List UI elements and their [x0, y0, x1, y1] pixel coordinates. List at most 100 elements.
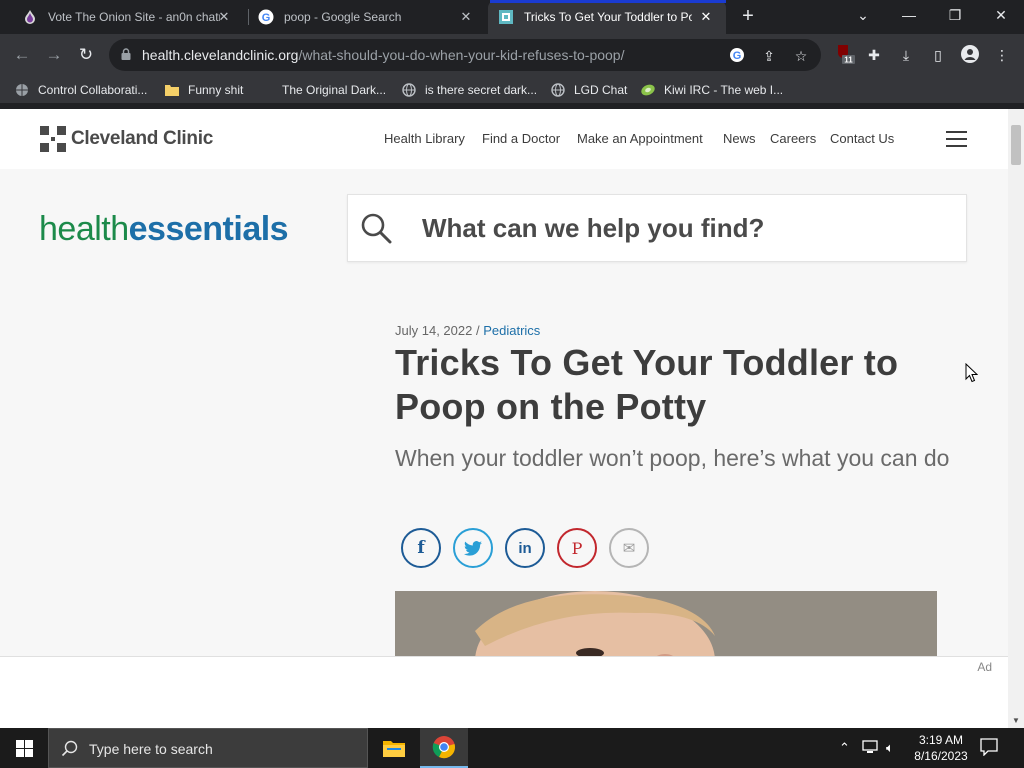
article-subtitle: When your toddler won’t poop, here’s wha…	[395, 445, 950, 471]
url-path: /what-should-you-do-when-your-kid-refuse…	[298, 47, 625, 63]
bookmark-label: Kiwi IRC - The web I...	[664, 83, 784, 97]
back-arrow-icon[interactable]: ←	[10, 43, 34, 67]
tab-title: Vote The Onion Site - an0n chatroom	[48, 10, 220, 24]
share-glyph: ✉	[622, 540, 636, 557]
hamburger-menu-icon[interactable]	[946, 131, 967, 147]
taskbar-search-placeholder: Type here to search	[89, 741, 213, 757]
bookmark-item[interactable]: The Original Dark...	[258, 81, 386, 99]
volume-icon[interactable]: 🔈︎	[886, 740, 894, 756]
svg-text:G: G	[262, 12, 271, 24]
download-icon[interactable]: ⤓	[896, 45, 916, 65]
ublock-extension-icon[interactable]: 11	[834, 43, 855, 65]
nav-news[interactable]: News	[723, 131, 756, 146]
side-panel-icon[interactable]: ▯	[928, 45, 948, 65]
search-icon[interactable]	[360, 212, 392, 244]
logo-part-essentials: essentials	[128, 210, 289, 248]
web-page: Cleveland Clinic Health Library Find a D…	[0, 109, 1008, 656]
folder-icon	[164, 82, 180, 98]
globe-icon	[550, 82, 566, 98]
bookmark-label: is there secret dark...	[425, 83, 538, 97]
tab-title: poop - Google Search	[284, 10, 402, 24]
scroll-down-arrow-icon[interactable]: ▼	[1008, 714, 1024, 728]
article-title: Tricks To Get Your Toddler to Poop on th…	[395, 342, 899, 427]
kebab-menu-icon[interactable]: ⋮	[992, 45, 1012, 65]
bookmark-label: Funny shit	[188, 83, 244, 97]
url-domain: health.clevelandclinic.org	[142, 47, 299, 63]
svg-text:G: G	[733, 50, 742, 62]
blank-page-icon	[258, 82, 274, 98]
tab-close-icon[interactable]: ✕	[458, 9, 474, 25]
tab-search-chevron-icon[interactable]: ⌄	[840, 0, 886, 30]
article-category-link[interactable]: Pediatrics	[483, 323, 540, 338]
reload-icon[interactable]: ↻	[74, 43, 98, 67]
page-scrollbar[interactable]: ▼	[1008, 109, 1024, 728]
bookmark-item[interactable]: Control Collaborati...	[14, 81, 147, 99]
forward-arrow-icon[interactable]: →	[42, 43, 66, 67]
brand-name: Cleveland Clinic	[71, 128, 213, 149]
clock-time: 3:19 AM	[918, 733, 964, 747]
taskbar-clock[interactable]: 3:19 AM 8/16/2023	[906, 732, 976, 764]
cleveland-clinic-logo[interactable]: Cleveland Clinic	[40, 126, 213, 152]
meta-separator: /	[475, 323, 480, 338]
search-placeholder: What can we help you find?	[422, 213, 765, 243]
address-bar[interactable]: health.clevelandclinic.org/what-should-y…	[109, 39, 821, 71]
tray-overflow-chevron-icon[interactable]: ⌃	[839, 740, 850, 756]
bookmark-star-icon[interactable]: ☆	[792, 47, 810, 65]
nav-find-a-doctor[interactable]: Find a Doctor	[482, 131, 560, 146]
ad-label: Ad	[977, 660, 992, 674]
share-icon[interactable]: ⇪	[760, 47, 778, 65]
file-explorer-icon[interactable]	[370, 728, 418, 768]
bookmark-item[interactable]: Kiwi IRC - The web I...	[640, 81, 783, 99]
google-lens-icon[interactable]: G	[728, 47, 746, 65]
site-search-input[interactable]: What can we help you find?	[347, 194, 967, 262]
minimize-icon[interactable]: —	[886, 0, 932, 30]
mouse-cursor-icon	[965, 363, 978, 383]
share-facebook-icon[interactable]: f	[401, 528, 441, 568]
extensions-puzzle-icon[interactable]: ✚	[864, 45, 884, 65]
nav-careers[interactable]: Careers	[770, 131, 816, 146]
windows-start-icon[interactable]	[0, 728, 48, 768]
browser-tab-onion[interactable]: Vote The Onion Site - an0n chatroom ✕	[14, 0, 244, 34]
share-pinterest-icon[interactable]: P	[557, 528, 597, 568]
scrollbar-thumb[interactable]	[1011, 125, 1021, 165]
onion-favicon-icon	[22, 9, 38, 25]
url-text: health.clevelandclinic.org/what-should-y…	[142, 47, 624, 63]
nav-health-library[interactable]: Health Library	[384, 131, 465, 146]
chrome-taskbar-icon[interactable]	[420, 728, 468, 768]
browser-tab-cleveland[interactable]: Tricks To Get Your Toddler to Poop on th…	[488, 0, 726, 34]
share-glyph: P	[571, 538, 583, 558]
bookmark-item[interactable]: Funny shit	[164, 81, 243, 99]
tab-divider	[248, 9, 249, 25]
nav-make-an-appointment[interactable]: Make an Appointment	[577, 131, 703, 146]
kiwi-icon	[640, 82, 656, 98]
bookmark-item[interactable]: LGD Chat	[550, 81, 627, 99]
article-date: July 14, 2022	[395, 323, 473, 338]
tab-close-icon[interactable]: ✕	[216, 9, 232, 25]
lock-icon	[121, 48, 131, 60]
globe-dark-icon	[14, 82, 30, 98]
google-favicon-icon: G	[258, 9, 274, 25]
share-glyph: f	[417, 538, 425, 558]
bookmark-label: The Original Dark...	[282, 83, 387, 97]
taskbar-search-input[interactable]: Type here to search	[48, 728, 368, 768]
new-tab-plus-icon[interactable]: +	[736, 5, 760, 29]
restore-icon[interactable]: ❐	[932, 0, 978, 30]
windows-taskbar: Type here to search ⌃ 🔈︎ 3:19 AM 8/16/20…	[0, 728, 1024, 768]
share-twitter-icon[interactable]	[453, 528, 493, 568]
profile-avatar-icon[interactable]	[960, 45, 980, 65]
share-linkedin-icon[interactable]: in	[505, 528, 545, 568]
browser-tab-strip: Vote The Onion Site - an0n chatroom ✕ G …	[0, 0, 1024, 34]
ad-banner[interactable]: Ad	[0, 656, 1008, 728]
bookmark-label: Control Collaborati...	[38, 83, 148, 97]
notification-center-icon[interactable]	[980, 738, 1002, 758]
browser-tab-google[interactable]: G poop - Google Search ✕	[250, 0, 486, 34]
nav-contact-us[interactable]: Contact Us	[830, 131, 894, 146]
health-essentials-logo[interactable]: healthessentials	[39, 210, 289, 249]
share-glyph: in	[518, 539, 532, 557]
bookmark-item[interactable]: is there secret dark...	[401, 81, 537, 99]
close-window-icon[interactable]: ✕	[978, 0, 1024, 30]
tab-close-icon[interactable]: ✕	[698, 9, 714, 25]
tab-loading-bar	[490, 0, 726, 3]
share-email-icon[interactable]: ✉	[609, 528, 649, 568]
network-icon[interactable]	[862, 740, 878, 757]
